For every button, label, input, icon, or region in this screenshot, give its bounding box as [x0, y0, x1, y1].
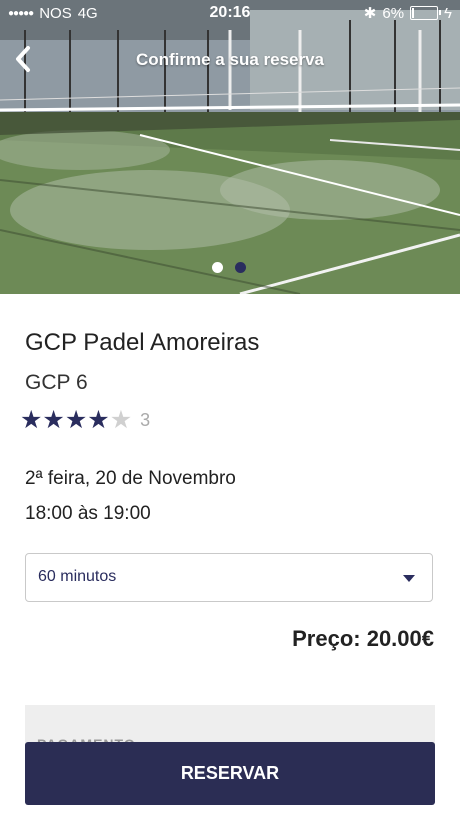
duration-select[interactable]: 60 minutos: [25, 553, 433, 602]
status-bar: ●●●●● NOS 4G 20:16 ✱ 6% ϟ: [0, 0, 460, 26]
star-icon: ★: [109, 406, 133, 434]
page-title: Confirme a sua reserva: [135, 50, 325, 69]
reserve-button[interactable]: RESERVAR: [25, 742, 435, 805]
star-icon: ★: [87, 406, 110, 434]
price-label: Preço: 20.00€: [292, 626, 434, 651]
pagination-dot[interactable]: [235, 262, 246, 273]
battery-icon: [410, 6, 442, 20]
court-name: GCP 6: [25, 371, 88, 394]
rating-count: 3: [140, 409, 151, 430]
star-icon: ★: [20, 406, 43, 434]
duration-select-value: 60 minutos: [38, 568, 117, 585]
pagination-dot[interactable]: [212, 262, 223, 273]
caret-down-icon: [403, 575, 415, 582]
venue-name: GCP Padel Amoreiras: [25, 329, 260, 356]
court-photo[interactable]: ●●●●● NOS 4G 20:16 ✱ 6% ϟ Confirme a sua…: [0, 0, 460, 294]
charging-icon: ϟ: [444, 4, 452, 22]
booking-date: 2ª feira, 20 de Novembro: [25, 468, 236, 489]
rating: ★★★★★ 3: [20, 406, 150, 434]
battery-percentage: 6%: [382, 4, 405, 22]
star-icon: ★: [42, 406, 65, 434]
rating-stars: ★★★★★: [20, 406, 132, 434]
star-icon: ★: [64, 406, 88, 434]
nav-bar: Confirme a sua reserva: [0, 40, 460, 80]
gallery-pagination: [212, 262, 246, 273]
bluetooth-icon: ✱: [363, 5, 377, 22]
booking-time-range: 18:00 às 19:00: [25, 503, 151, 524]
